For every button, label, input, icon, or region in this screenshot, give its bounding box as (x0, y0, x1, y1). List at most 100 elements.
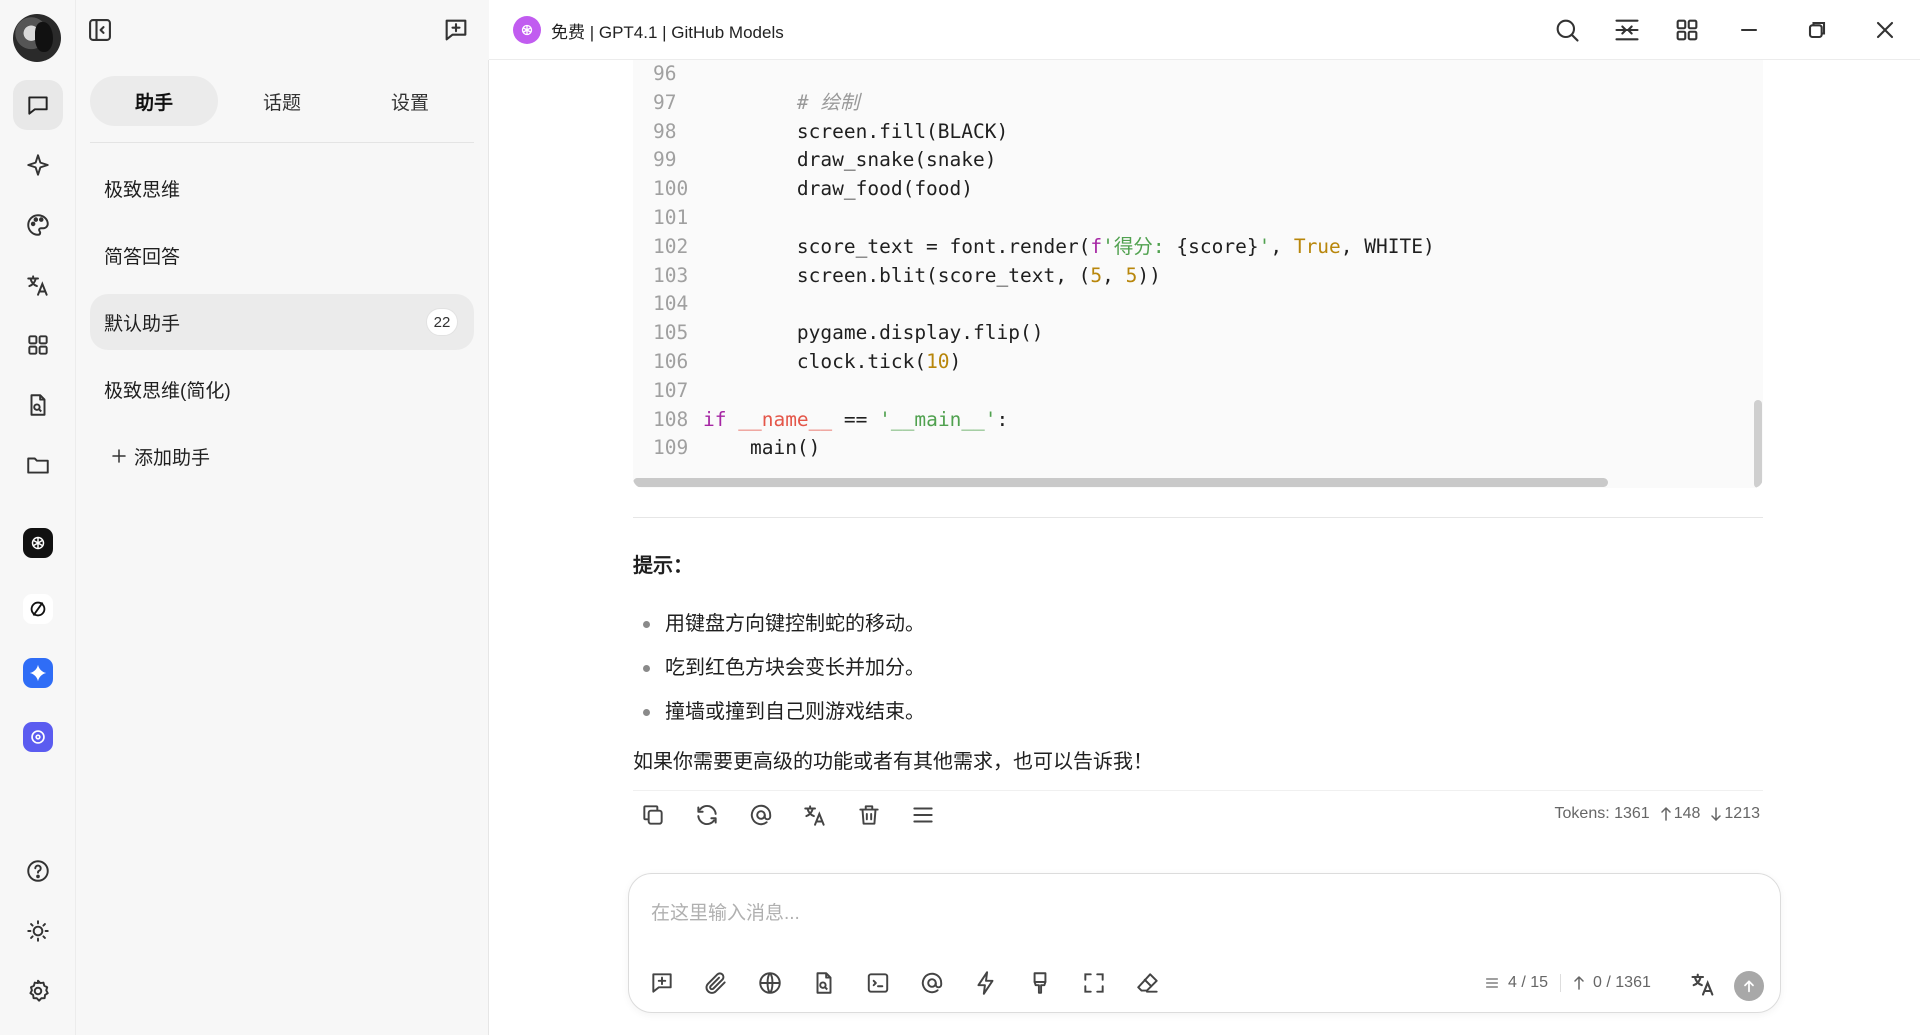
icon-rail (0, 0, 76, 1035)
message-input[interactable] (651, 894, 1751, 934)
code-line: 99 draw_snake(snake) (633, 146, 1435, 175)
eraser-icon[interactable] (1135, 970, 1161, 996)
assistant-item-extreme-thinking[interactable]: 极致思维 (90, 160, 474, 216)
assistant-sidebar: 助手 话题 设置 极致思维 简答回答 默认助手 22 极致思维(简化) 添加助手 (76, 60, 489, 1035)
copy-icon[interactable] (640, 802, 666, 828)
assistant-label: 默认助手 (104, 313, 181, 335)
content-divider (633, 517, 1763, 518)
line-number: 103 (653, 263, 689, 287)
assistant-item-default[interactable]: 默认助手 22 (90, 294, 474, 350)
apps-grid-icon[interactable] (13, 320, 63, 370)
translate-input-icon[interactable] (1689, 970, 1717, 998)
code-line: 104 (633, 290, 1435, 319)
new-topic-icon[interactable] (442, 16, 470, 44)
code-line: 97 # 绘制 (633, 89, 1435, 118)
tokens-total: Tokens: 1361 (1554, 805, 1650, 822)
tokens-output: 1213 (1724, 805, 1760, 822)
line-number: 109 (653, 436, 689, 460)
line-number: 100 (653, 177, 689, 201)
sparkle-icon[interactable] (13, 140, 63, 190)
message-actions (640, 802, 936, 828)
add-assistant-label: 添加助手 (134, 447, 211, 469)
mini-apps-icon[interactable] (1673, 16, 1701, 44)
restore-icon[interactable] (1803, 16, 1831, 44)
tab-assistants[interactable]: 助手 (90, 76, 218, 126)
code-line: 106 clock.tick(10) (633, 348, 1435, 377)
openai-app-icon[interactable] (23, 528, 53, 558)
context-stats: 4 / 15 0 / 1361 (1484, 974, 1651, 992)
horizontal-scrollbar[interactable] (633, 478, 1608, 487)
tab-topics[interactable]: 话题 (218, 76, 346, 126)
minimize-icon[interactable] (1735, 16, 1763, 44)
list-item: 用键盘方向键控制蛇的移动。 (633, 602, 1763, 646)
quick-phrase-icon[interactable] (973, 970, 999, 996)
line-number: 102 (653, 234, 689, 258)
attachment-icon[interactable] (703, 970, 729, 996)
close-icon[interactable] (1871, 16, 1899, 44)
message-composer: 4 / 15 0 / 1361 (628, 873, 1781, 1013)
code-block: 96 97 # 绘制 98 screen.fill(BLACK) 99 draw… (633, 60, 1763, 488)
line-number: 98 (653, 119, 677, 143)
send-button[interactable] (1734, 971, 1764, 1001)
collapse-sidebar-icon[interactable] (86, 16, 114, 44)
assistant-item-extreme-thinking-simple[interactable]: 极致思维(简化) (90, 361, 474, 417)
token-usage: Tokens: 1361 148 1213 (1555, 805, 1760, 823)
delete-icon[interactable] (856, 802, 882, 828)
regenerate-icon[interactable] (694, 802, 720, 828)
composer-toolbar (649, 970, 1161, 996)
arrow-up-icon (1660, 807, 1672, 821)
layout-toggle-icon[interactable] (1613, 16, 1641, 44)
line-number: 99 (653, 148, 677, 172)
avatar[interactable] (13, 14, 61, 62)
context-count: 4 / 15 (1508, 974, 1549, 991)
settings-gear-icon[interactable] (13, 966, 63, 1016)
line-number: 107 (653, 378, 689, 402)
terminal-icon[interactable] (865, 970, 891, 996)
code-line: 103 screen.blit(score_text, (5, 5)) (633, 262, 1435, 291)
assistant-app-icon[interactable] (23, 722, 53, 752)
new-topic-icon[interactable] (649, 970, 675, 996)
palette-icon[interactable] (13, 200, 63, 250)
title-bar: 免费 | GPT4.1 | GitHub Models (489, 0, 1920, 60)
code-line: 105 pygame.display.flip() (633, 319, 1435, 348)
hint-list: 用键盘方向键控制蛇的移动。 吃到红色方块会变长并加分。 撞墙或撞到自己则游戏结束… (633, 602, 1763, 734)
fullscreen-icon[interactable] (1081, 970, 1107, 996)
file-search-icon[interactable] (13, 380, 63, 430)
plus-icon (110, 447, 128, 465)
web-search-icon[interactable] (757, 970, 783, 996)
chat-icon[interactable] (13, 80, 63, 130)
translate-icon[interactable] (802, 802, 828, 828)
folder-icon[interactable] (13, 440, 63, 490)
mention-icon[interactable] (748, 802, 774, 828)
add-assistant-button[interactable]: 添加助手 (90, 428, 474, 484)
knowledge-base-icon[interactable] (811, 970, 837, 996)
search-icon[interactable] (1553, 16, 1581, 44)
context-list-icon (1484, 975, 1500, 991)
assistant-label: 极致思维(简化) (104, 380, 231, 402)
code-line: 98 screen.fill(BLACK) (633, 118, 1435, 147)
sidebar-tabs: 助手 话题 设置 (90, 76, 474, 128)
translate-icon[interactable] (13, 260, 63, 310)
tab-settings[interactable]: 设置 (346, 76, 474, 126)
theme-brightness-icon[interactable] (13, 906, 63, 956)
assistant-label: 极致思维 (104, 179, 181, 201)
list-item: 吃到红色方块会变长并加分。 (633, 646, 1763, 690)
gemini-app-icon[interactable] (23, 658, 53, 688)
code-line: 100 draw_food(food) (633, 175, 1435, 204)
menu-icon[interactable] (910, 802, 936, 828)
clear-topic-brush-icon[interactable] (1027, 970, 1053, 996)
vertical-scrollbar[interactable] (1754, 400, 1762, 488)
code-line: 96 (633, 60, 1435, 89)
mention-model-icon[interactable] (919, 970, 945, 996)
assistant-item-brief-answer[interactable]: 简答回答 (90, 227, 474, 283)
help-icon[interactable] (13, 846, 63, 896)
arrow-up-icon (1741, 978, 1757, 994)
perplexity-app-icon[interactable] (23, 594, 53, 624)
arrow-down-icon (1710, 807, 1722, 821)
model-selector[interactable]: 免费 | GPT4.1 | GitHub Models (513, 16, 784, 44)
hint-title: 提示： (633, 555, 693, 577)
model-title: 免费 | GPT4.1 | GitHub Models (551, 22, 784, 42)
line-number: 108 (653, 407, 689, 431)
closing-text: 如果你需要更高级的功能或者有其他需求，也可以告诉我！ (633, 751, 1153, 773)
code-line: 108 if __name__ == '__main__': (633, 406, 1435, 435)
